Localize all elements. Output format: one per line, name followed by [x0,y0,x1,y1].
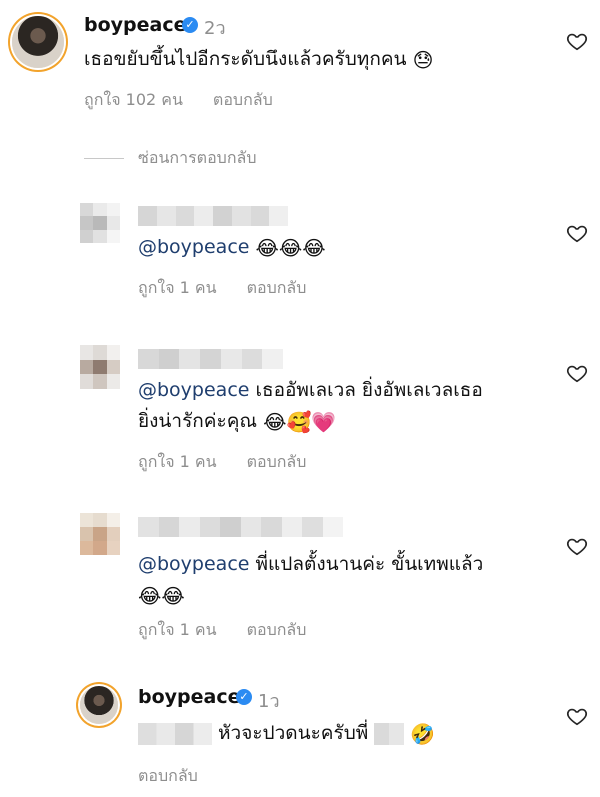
reply-line-1: @boypeace พี่แปลตั้งนานค่ะ ขั้นเทพแล้ว [138,549,483,580]
timestamp: 1ว [258,691,280,712]
pink-heart-emoji: 💗 [311,409,337,434]
mention-pixelated[interactable] [138,722,212,745]
reply-button[interactable]: ตอบกลับ [138,764,198,789]
laughing-emoji: 😂 [255,235,279,260]
like-count[interactable]: ถูกใจ 1 คน [138,618,217,643]
mention-link[interactable]: @boypeace [138,553,249,575]
username-pixelated[interactable] [138,349,284,369]
reply-text: @boypeace 😂😂😂 [138,232,326,263]
reply-meta: ถูกใจ 1 คน ตอบกลับ [138,618,306,643]
mention-link[interactable]: @boypeace [138,379,249,401]
sweat-emoji: 😓 [412,47,434,72]
reply-button[interactable]: ตอบกลับ [247,618,307,643]
like-count[interactable]: ถูกใจ 102 คน [84,88,183,113]
avatar-pixelated[interactable] [80,345,120,389]
laughing-emoji: 😂 [278,235,303,260]
divider-line [84,158,124,159]
name-pixelated [374,722,405,745]
reply-body: หัวจะปวดนะครับพี่ [218,722,369,744]
verified-badge-icon: ✓ [236,689,252,705]
comment-body: เธอขยับขึ้นไปอีกระดับนึงแล้วครับทุกคน [84,48,407,70]
reply-button[interactable]: ตอบกลับ [247,276,307,301]
laughing-emoji: 😂 [302,235,326,260]
reply-button[interactable]: ตอบกลับ [213,88,273,113]
laughing-emoji: 😂 [138,583,162,608]
avatar[interactable] [80,686,118,724]
username[interactable]: boypeace [138,686,241,708]
verified-badge-icon: ✓ [182,17,198,33]
username-pixelated[interactable] [138,206,288,226]
avatar[interactable] [12,16,64,68]
hide-replies-label: ซ่อนการตอบกลับ [138,148,257,167]
laughing-emoji: 😂 [161,583,185,608]
comment-text: เธอขยับขึ้นไปอีกระดับนึงแล้วครับทุกคน 😓 [84,44,433,75]
avatar-pixelated[interactable] [80,513,120,555]
like-count[interactable]: ถูกใจ 1 คน [138,450,217,475]
reply-body-line-1: เธออัพเลเวล ยิ่งอัพเลเวลเธอ [255,379,483,401]
reply-body-line-1: พี่แปลตั้งนานค่ะ ขั้นเทพแล้ว [255,553,484,575]
comment-meta: ถูกใจ 102 คน ตอบกลับ [84,88,273,113]
heart-outline-icon[interactable] [566,222,588,244]
like-count[interactable]: ถูกใจ 1 คน [138,276,217,301]
avatar-pixelated[interactable] [80,203,120,243]
reply-meta: ถูกใจ 1 คน ตอบกลับ [138,450,306,475]
mention-link[interactable]: @boypeace [138,236,249,258]
username-pixelated[interactable] [138,517,343,537]
reply-line-2: ยิ่งน่ารักค่ะคุณ 😂🥰💗 [138,406,483,437]
reply-meta: ถูกใจ 1 คน ตอบกลับ [138,276,306,301]
timestamp: 2ว [204,18,226,39]
reply-meta: ตอบกลับ [138,764,198,789]
laughing-emoji: 😂 [263,409,287,434]
reply-text: @boypeace เธออัพเลเวล ยิ่งอัพเลเวลเธอ ยิ… [138,375,483,437]
reply-line-2: 😂😂 [138,580,483,611]
reply-text: @boypeace พี่แปลตั้งนานค่ะ ขั้นเทพแล้ว 😂… [138,549,483,611]
heart-outline-icon[interactable] [566,535,588,557]
smiling-hearts-emoji: 🥰 [286,409,312,434]
heart-outline-icon[interactable] [566,705,588,727]
reply-body-line-2: ยิ่งน่ารักค่ะคุณ [138,410,258,432]
reply-text: หัวจะปวดนะครับพี่ 🤣 [138,718,435,749]
username[interactable]: boypeace [84,14,187,36]
hide-replies-toggle[interactable]: ซ่อนการตอบกลับ [84,146,256,171]
reply-line-1: @boypeace เธออัพเลเวล ยิ่งอัพเลเวลเธอ [138,375,483,406]
heart-outline-icon[interactable] [566,362,588,384]
reply-button[interactable]: ตอบกลับ [247,450,307,475]
rofl-emoji: 🤣 [410,721,436,746]
heart-outline-icon[interactable] [566,30,588,52]
